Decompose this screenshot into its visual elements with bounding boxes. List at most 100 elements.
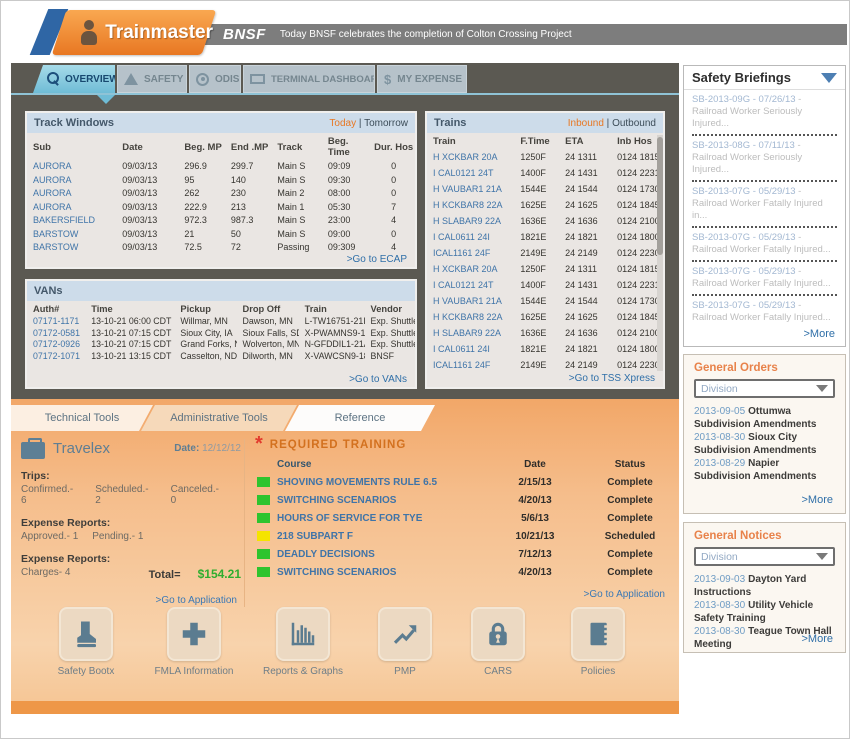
briefing-item[interactable]: SB-2013-07G - 05/29/13 - Railroad Worker… xyxy=(684,228,845,262)
chevron-down-icon[interactable] xyxy=(821,73,837,83)
cell-train: X-PWAMNS9-19A xyxy=(299,328,365,340)
order-item[interactable]: 2013-08-30Sioux City Subdivision Amendme… xyxy=(694,431,835,457)
scrollbar[interactable] xyxy=(657,135,663,371)
sub-link[interactable]: AURORA xyxy=(27,174,116,188)
auth-link[interactable]: 07172-1071 xyxy=(27,351,85,363)
shortcut-fmla-information[interactable]: FMLA Information xyxy=(149,607,239,678)
train-link[interactable]: H VAUBAR1 21A xyxy=(427,181,514,197)
notice-item[interactable]: 2013-09-03Dayton Yard Instructions xyxy=(694,573,835,599)
tab-reference-label: Reference xyxy=(335,412,386,424)
sub-link[interactable]: BARSTOW xyxy=(27,241,116,255)
tab-safety[interactable]: SAFETY xyxy=(117,65,187,93)
briefings-more-link[interactable]: >More xyxy=(804,328,836,340)
train-link[interactable]: I CAL0611 24I xyxy=(427,341,514,357)
shortcut-safety-bootx[interactable]: Safety Bootx xyxy=(41,607,131,678)
sub-link[interactable]: AURORA xyxy=(27,160,116,174)
train-link[interactable]: I CAL0121 24T xyxy=(427,165,514,181)
go-to-vans-link[interactable]: >Go to VANs xyxy=(349,374,407,385)
auth-link[interactable]: 07172-0926 xyxy=(27,339,85,351)
tab-terminal-dashboard[interactable]: TERMINAL DASHBOARD xyxy=(243,65,375,93)
training-status: Complete xyxy=(585,477,675,488)
tab-reference[interactable]: Reference xyxy=(285,405,435,431)
sub-link[interactable]: BAKERSFIELD xyxy=(27,214,116,228)
train-link[interactable]: H XCKBAR 20A xyxy=(427,149,514,165)
train-link[interactable]: H KCKBAR8 22A xyxy=(427,197,514,213)
sub-link[interactable]: BARSTOW xyxy=(27,228,116,242)
tab-technical-tools[interactable]: Technical Tools xyxy=(11,405,153,431)
course-link[interactable]: SWITCHING SCENARIOS xyxy=(273,567,485,578)
cell-eta: 24 1311 xyxy=(559,261,611,277)
train-link[interactable]: H SLABAR9 22A xyxy=(427,325,514,341)
go-to-tss-xpress-link[interactable]: >Go to TSS Xpress xyxy=(569,373,655,384)
scrollbar-thumb[interactable] xyxy=(657,137,663,255)
tab-administrative-tools[interactable]: Administrative Tools xyxy=(141,405,297,431)
train-link[interactable]: ICAL1161 24F xyxy=(427,245,514,261)
toggle-today[interactable]: Today xyxy=(329,118,356,129)
cell-eta: 24 1625 xyxy=(559,197,611,213)
course-link[interactable]: SWITCHING SCENARIOS xyxy=(273,495,485,506)
travelex-go-to-application-link[interactable]: >Go to Application xyxy=(21,595,241,606)
training-date: 5/6/13 xyxy=(485,513,585,524)
table-row: 07172-0581 13-10-21 07:15 CDT Sioux City… xyxy=(27,328,415,340)
cell-inb-hos: 0124 1800 xyxy=(611,229,663,245)
status-indicator xyxy=(257,531,270,541)
track-windows-title: Track Windows xyxy=(34,117,114,129)
course-link[interactable]: SHOVING MOVEMENTS RULE 6.5 xyxy=(273,477,485,488)
sub-link[interactable]: AURORA xyxy=(27,201,116,215)
train-link[interactable]: H VAUBAR1 21A xyxy=(427,293,514,309)
shortcut-pmp[interactable]: PMP xyxy=(360,607,450,678)
tab-odis[interactable]: ODIS xyxy=(189,65,241,93)
train-link[interactable]: I CAL0121 24T xyxy=(427,277,514,293)
train-link[interactable]: H SLABAR9 22A xyxy=(427,213,514,229)
briefing-item[interactable]: SB-2013-09G - 07/26/13 - Railroad Worker… xyxy=(684,90,845,136)
shortcut-policies[interactable]: Policies xyxy=(553,607,643,678)
course-link[interactable]: DEADLY DECISIONS xyxy=(273,549,485,560)
cell-beg-mp: 21 xyxy=(178,228,225,242)
briefing-item[interactable]: SB-2013-07G - 05/29/13 - Railroad Worker… xyxy=(684,296,845,324)
briefing-item[interactable]: SB-2013-07G - 05/29/13 - Railroad Worker… xyxy=(684,182,845,228)
toggle-separator: | xyxy=(604,118,612,129)
trains-panel: Trains Inbound | Outbound Train F.Time E… xyxy=(425,111,665,389)
briefing-item[interactable]: SB-2013-08G - 07/11/13 - Railroad Worker… xyxy=(684,136,845,182)
auth-link[interactable]: 07171-1171 xyxy=(27,316,85,328)
train-link[interactable]: I CAL0611 24I xyxy=(427,229,514,245)
suitcase-icon xyxy=(21,442,45,459)
division-dropdown[interactable]: Division xyxy=(694,547,835,566)
cell-track: Passing xyxy=(271,241,321,255)
order-item[interactable]: 2013-09-05Ottumwa Subdivision Amendments xyxy=(694,405,835,431)
toggle-tomorrow[interactable]: Tomorrow xyxy=(364,118,408,129)
training-go-to-application-link[interactable]: >Go to Application xyxy=(251,589,675,600)
table-row: BAKERSFIELD 09/03/13 972.3 987.3 Main S … xyxy=(27,214,415,228)
orders-more-link[interactable]: >More xyxy=(802,494,834,506)
shortcut-cars[interactable]: CARS xyxy=(453,607,543,678)
cell-end-mp: 299.7 xyxy=(225,160,272,174)
order-item[interactable]: 2013-08-29Napier Subdivision Amendments xyxy=(694,457,835,483)
cell-train: N-GFDDIL1-21A xyxy=(299,339,365,351)
sub-link[interactable]: AURORA xyxy=(27,187,116,201)
notices-more-link[interactable]: >More xyxy=(802,633,834,645)
er-approved: Approved.- 1 xyxy=(21,531,78,542)
train-link[interactable]: H KCKBAR8 22A xyxy=(427,309,514,325)
train-link[interactable]: ICAL1161 24F xyxy=(427,357,514,373)
active-tab-pointer xyxy=(97,95,115,104)
cell-end-mp: 213 xyxy=(225,201,272,215)
shortcut-reports-graphs[interactable]: Reports & Graphs xyxy=(258,607,348,678)
cell-ftime: 1821E xyxy=(514,229,559,245)
total-value: $154.21 xyxy=(198,567,241,581)
auth-link[interactable]: 07172-0581 xyxy=(27,328,85,340)
course-link[interactable]: HOURS OF SERVICE FOR TYE xyxy=(273,513,485,524)
training-status: Complete xyxy=(585,513,675,524)
toggle-inbound[interactable]: Inbound xyxy=(568,118,604,129)
tab-my-expense[interactable]: $ MY EXPENSE xyxy=(377,65,467,93)
tab-overview[interactable]: OVERVIEW xyxy=(33,65,115,93)
table-header-row: Sub Date Beg. MP End .MP Track Beg. Time… xyxy=(27,133,415,160)
status-indicator xyxy=(257,549,270,559)
course-link[interactable]: 218 SUBPART F xyxy=(273,531,485,542)
train-link[interactable]: H XCKBAR 20A xyxy=(427,261,514,277)
briefing-item[interactable]: SB-2013-07G - 05/29/13 - Railroad Worker… xyxy=(684,262,845,296)
notice-item[interactable]: 2013-08-30Utility Vehicle Safety Trainin… xyxy=(694,599,835,625)
toggle-outbound[interactable]: Outbound xyxy=(612,118,656,129)
table-header-row: Auth# Time Pickup Drop Off Train Vendor xyxy=(27,301,415,316)
division-dropdown[interactable]: Division xyxy=(694,379,835,398)
go-to-ecap-link[interactable]: >Go to ECAP xyxy=(347,254,407,265)
